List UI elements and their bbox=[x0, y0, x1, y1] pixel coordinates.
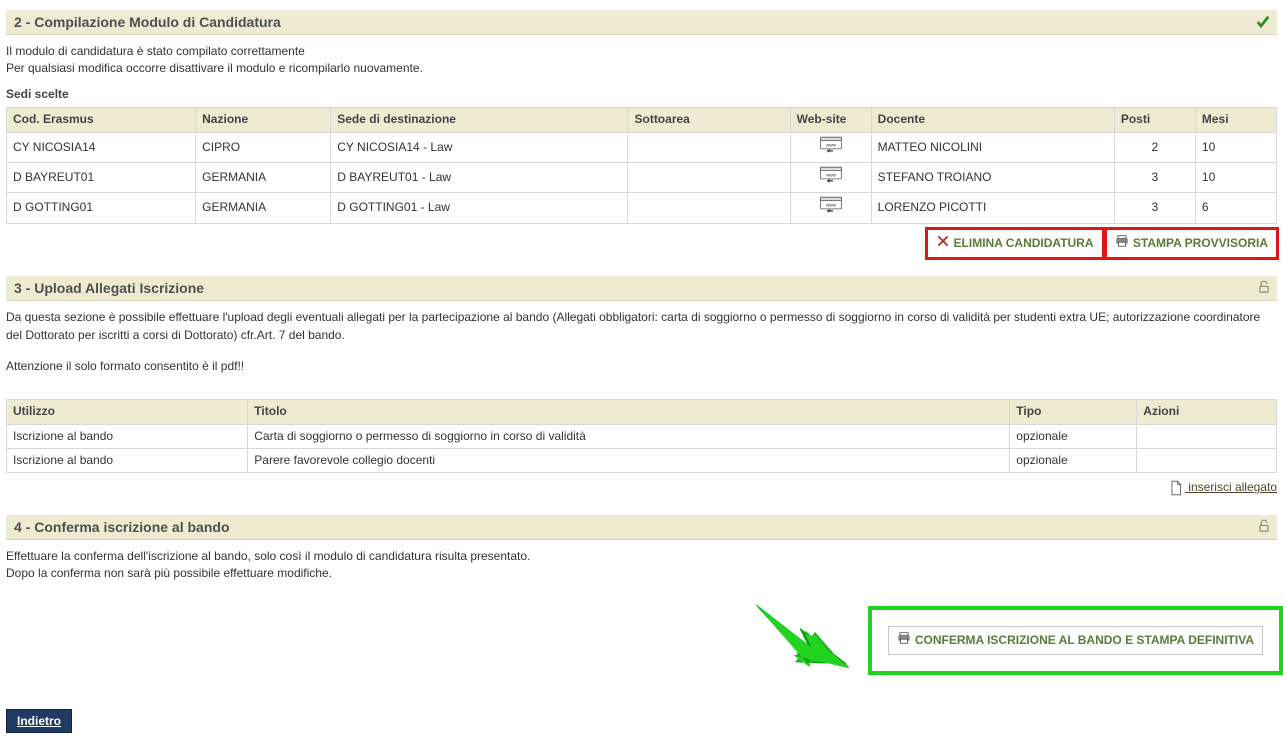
cell-titolo: Carta di soggiorno o permesso di soggior… bbox=[248, 424, 1010, 448]
cell-sede: CY NICOSIA14 - Law bbox=[331, 132, 628, 162]
indietro-label: Indietro bbox=[17, 714, 61, 728]
cell-tipo: opzionale bbox=[1010, 424, 1137, 448]
indietro-button[interactable]: Indietro bbox=[6, 709, 72, 733]
cell-mesi: 10 bbox=[1195, 162, 1276, 192]
section2-body: Il modulo di candidatura è stato compila… bbox=[6, 39, 1277, 272]
conferma-highlight: CONFERMA ISCRIZIONE AL BANDO E STAMPA DE… bbox=[874, 612, 1277, 669]
section4-line1: Effettuare la conferma dell'iscrizione a… bbox=[6, 548, 1277, 565]
th-sede: Sede di destinazione bbox=[331, 108, 628, 132]
cell-docente: STEFANO TROIANO bbox=[871, 162, 1114, 192]
cell-azioni bbox=[1137, 449, 1277, 473]
section4-header: 4 - Conferma iscrizione al bando bbox=[6, 515, 1277, 540]
arrow-icon bbox=[750, 601, 850, 681]
table-row: CY NICOSIA14 CIPRO CY NICOSIA14 - Law ww… bbox=[7, 132, 1277, 162]
cell-sede: D GOTTING01 - Law bbox=[331, 193, 628, 223]
sedi-subheading: Sedi scelte bbox=[6, 86, 1277, 103]
cell-utilizzo: Iscrizione al bando bbox=[7, 449, 248, 473]
th-cod: Cod. Erasmus bbox=[7, 108, 196, 132]
cell-cod: D GOTTING01 bbox=[7, 193, 196, 223]
sedi-table: Cod. Erasmus Nazione Sede di destinazion… bbox=[6, 107, 1277, 224]
cell-docente: MATTEO NICOLINI bbox=[871, 132, 1114, 162]
th-docente: Docente bbox=[871, 108, 1114, 132]
svg-text:www: www bbox=[826, 142, 837, 147]
website-link[interactable]: www bbox=[820, 166, 842, 189]
cell-mesi: 6 bbox=[1195, 193, 1276, 223]
delete-icon bbox=[936, 234, 950, 253]
cell-nazione: GERMANIA bbox=[196, 162, 331, 192]
cell-sottoarea bbox=[628, 162, 790, 192]
table-row: D BAYREUT01 GERMANIA D BAYREUT01 - Law w… bbox=[7, 162, 1277, 192]
section2-header: 2 - Compilazione Modulo di Candidatura bbox=[6, 10, 1277, 35]
th-web: Web-site bbox=[790, 108, 871, 132]
cell-docente: LORENZO PICOTTI bbox=[871, 193, 1114, 223]
cell-cod: CY NICOSIA14 bbox=[7, 132, 196, 162]
th-mesi: Mesi bbox=[1195, 108, 1276, 132]
cell-web: www bbox=[790, 193, 871, 223]
section3-body: Da questa sezione è possibile effettuare… bbox=[6, 305, 1277, 511]
section4-body: Effettuare la conferma dell'iscrizione a… bbox=[6, 544, 1277, 695]
table-row: Iscrizione al bando Parere favorevole co… bbox=[7, 449, 1277, 473]
print-icon bbox=[1115, 234, 1129, 253]
section3-header: 3 - Upload Allegati Iscrizione bbox=[6, 276, 1277, 301]
cell-web: www bbox=[790, 162, 871, 192]
cell-mesi: 10 bbox=[1195, 132, 1276, 162]
cell-sottoarea bbox=[628, 193, 790, 223]
stampa-label: STAMPA PROVVISORIA bbox=[1133, 235, 1268, 252]
section4-line2: Dopo la conferma non sarà più possibile … bbox=[6, 565, 1277, 582]
print-icon bbox=[897, 631, 911, 650]
cell-sottoarea bbox=[628, 132, 790, 162]
elimina-candidatura-button[interactable]: ELIMINA CANDIDATURA bbox=[927, 229, 1103, 258]
th-nazione: Nazione bbox=[196, 108, 331, 132]
section2-title: 2 - Compilazione Modulo di Candidatura bbox=[14, 14, 1269, 30]
table-row: D GOTTING01 GERMANIA D GOTTING01 - Law w… bbox=[7, 193, 1277, 223]
cell-cod: D BAYREUT01 bbox=[7, 162, 196, 192]
allegati-table: Utilizzo Titolo Tipo Azioni Iscrizione a… bbox=[6, 399, 1277, 473]
th-sottoarea: Sottoarea bbox=[628, 108, 790, 132]
th-azioni: Azioni bbox=[1137, 400, 1277, 424]
document-icon bbox=[1169, 480, 1188, 494]
th-posti: Posti bbox=[1114, 108, 1195, 132]
section3-line1: Da questa sezione è possibile effettuare… bbox=[6, 309, 1277, 344]
table-row: Iscrizione al bando Carta di soggiorno o… bbox=[7, 424, 1277, 448]
cell-posti: 3 bbox=[1114, 162, 1195, 192]
th-titolo: Titolo bbox=[248, 400, 1010, 424]
section3-line2: Attenzione il solo formato consentito è … bbox=[6, 358, 1277, 375]
cell-nazione: CIPRO bbox=[196, 132, 331, 162]
cell-azioni bbox=[1137, 424, 1277, 448]
stampa-provvisoria-button[interactable]: STAMPA PROVVISORIA bbox=[1106, 229, 1277, 258]
th-utilizzo: Utilizzo bbox=[7, 400, 248, 424]
svg-text:www: www bbox=[826, 172, 837, 177]
website-link[interactable]: www bbox=[820, 136, 842, 159]
section3-title: 3 - Upload Allegati Iscrizione bbox=[14, 280, 1269, 296]
conferma-iscrizione-button[interactable]: CONFERMA ISCRIZIONE AL BANDO E STAMPA DE… bbox=[888, 626, 1263, 655]
cell-sede: D BAYREUT01 - Law bbox=[331, 162, 628, 192]
cell-posti: 2 bbox=[1114, 132, 1195, 162]
section2-line1: Il modulo di candidatura è stato compila… bbox=[6, 43, 1277, 60]
unlock-icon bbox=[1257, 519, 1271, 536]
cell-web: www bbox=[790, 132, 871, 162]
inserisci-label: inserisci allegato bbox=[1188, 480, 1277, 494]
conferma-label: CONFERMA ISCRIZIONE AL BANDO E STAMPA DE… bbox=[915, 632, 1254, 649]
website-link[interactable]: www bbox=[820, 196, 842, 219]
elimina-label: ELIMINA CANDIDATURA bbox=[954, 235, 1094, 252]
section4-title: 4 - Conferma iscrizione al bando bbox=[14, 519, 1269, 535]
section2-action-bar: ELIMINA CANDIDATURA STAMPA PROVVISORIA bbox=[6, 229, 1277, 258]
section2-line2: Per qualsiasi modifica occorre disattiva… bbox=[6, 60, 1277, 77]
th-tipo: Tipo bbox=[1010, 400, 1137, 424]
cell-posti: 3 bbox=[1114, 193, 1195, 223]
cell-tipo: opzionale bbox=[1010, 449, 1137, 473]
check-icon bbox=[1255, 14, 1271, 33]
unlock-icon bbox=[1257, 280, 1271, 297]
cell-utilizzo: Iscrizione al bando bbox=[7, 424, 248, 448]
inserisci-allegato-link[interactable]: inserisci allegato bbox=[6, 479, 1277, 496]
cell-nazione: GERMANIA bbox=[196, 193, 331, 223]
svg-text:www: www bbox=[826, 203, 837, 208]
cell-titolo: Parere favorevole collegio docenti bbox=[248, 449, 1010, 473]
